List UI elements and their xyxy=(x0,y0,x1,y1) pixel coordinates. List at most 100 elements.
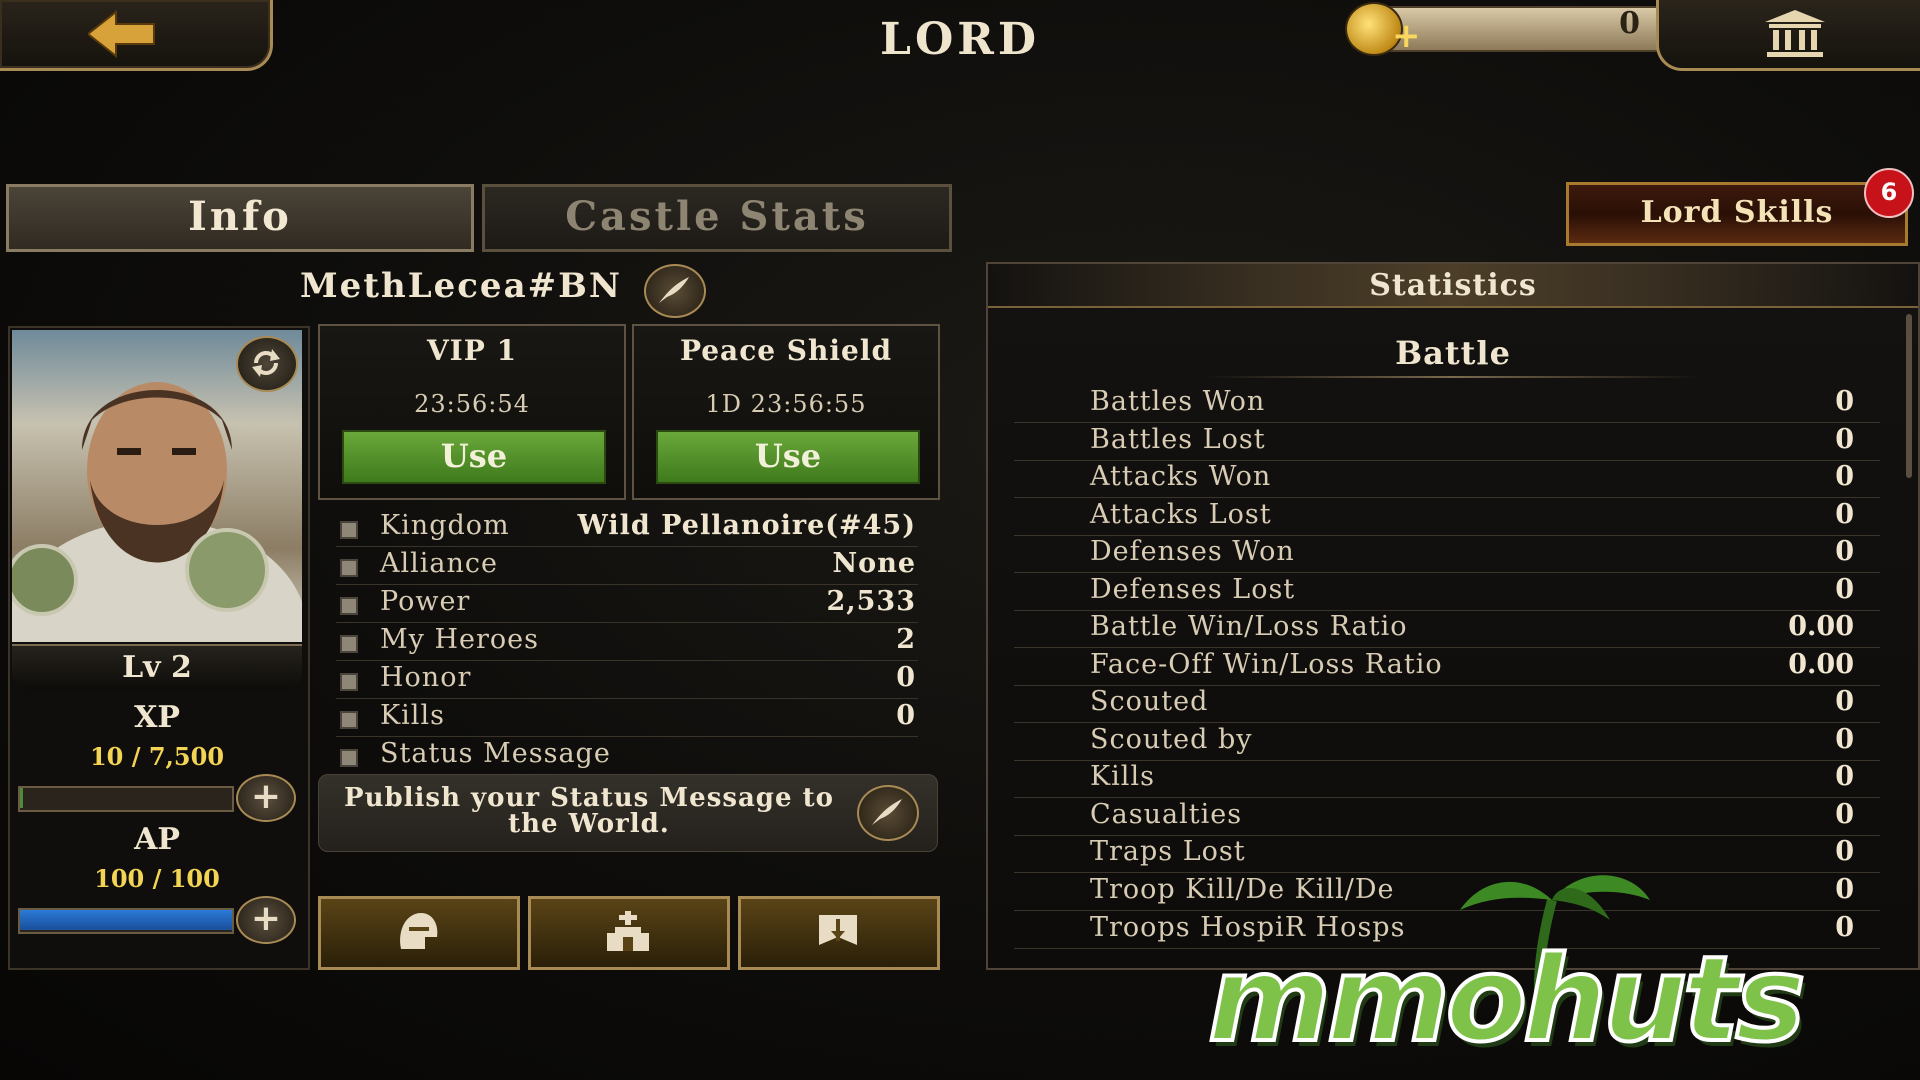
stat-value: 0 xyxy=(1835,536,1854,567)
stat-row: Battles Lost 0 xyxy=(1014,424,1880,461)
edit-status-button[interactable] xyxy=(857,785,919,841)
stat-value: 0 xyxy=(1835,461,1854,492)
stat-row: Attacks Lost 0 xyxy=(1014,499,1880,536)
banner-icon xyxy=(819,915,857,945)
info-row-honor: Honor 0 xyxy=(336,662,918,699)
info-value: 2,533 xyxy=(826,586,916,617)
level-label: Lv 2 xyxy=(12,644,302,690)
info-row-status: Status Message xyxy=(336,738,918,774)
castle-icon xyxy=(607,911,649,951)
vip-card: VIP 1 23:56:54 Use xyxy=(318,324,626,500)
info-row-kills: Kills 0 xyxy=(336,700,918,737)
gold-amount: 0 xyxy=(1619,6,1640,41)
helmet-icon xyxy=(400,913,438,949)
add-ap-button[interactable]: + xyxy=(236,896,296,944)
vip-use-button[interactable]: Use xyxy=(342,430,606,484)
stat-name: Kills xyxy=(1090,761,1155,792)
quill-icon xyxy=(659,277,689,303)
status-message-placeholder: Publish your Status Message to the World… xyxy=(344,783,834,839)
rename-button[interactable] xyxy=(644,264,706,318)
banner-button[interactable] xyxy=(738,896,940,970)
stat-name: Traps Lost xyxy=(1090,836,1246,867)
bullet-icon xyxy=(340,711,358,729)
section-divider xyxy=(1208,376,1698,378)
stat-name: Attacks Won xyxy=(1090,461,1272,492)
stat-row: Scouted by 0 xyxy=(1014,724,1880,761)
change-portrait-button[interactable] xyxy=(236,336,298,392)
quill-icon xyxy=(872,799,902,825)
scrollbar[interactable] xyxy=(1906,314,1912,478)
info-row-kingdom: Kingdom Wild Pellanoire(#45) xyxy=(336,510,918,547)
stat-name: Battle Win/Loss Ratio xyxy=(1090,611,1408,642)
xp-value: 10 / 7,500 xyxy=(89,742,225,771)
stat-value: 0 xyxy=(1835,574,1854,605)
stat-value: 0 xyxy=(1835,499,1854,530)
stat-value: 0 xyxy=(1835,424,1854,455)
info-label: Kills xyxy=(380,700,445,731)
bullet-icon xyxy=(340,521,358,539)
info-value: 0 xyxy=(896,662,916,693)
shield-timer: 1D 23:56:55 xyxy=(705,390,867,418)
bullet-icon xyxy=(340,635,358,653)
stat-name: Attacks Lost xyxy=(1090,499,1272,530)
stat-row: Face-Off Win/Loss Ratio 0.00 xyxy=(1014,649,1880,686)
ap-bar-fill xyxy=(20,910,232,930)
stat-name: Scouted by xyxy=(1090,724,1253,755)
peace-shield-card: Peace Shield 1D 23:56:55 Use xyxy=(632,324,940,500)
stat-value: 0 xyxy=(1835,912,1854,943)
stat-name: Scouted xyxy=(1090,686,1209,717)
stat-row: Casualties 0 xyxy=(1014,799,1880,836)
castle-button[interactable] xyxy=(528,896,730,970)
ap-label: AP xyxy=(134,822,180,857)
info-label: My Heroes xyxy=(380,624,540,655)
stat-name: Battles Won xyxy=(1090,386,1266,417)
add-gold-icon[interactable]: + xyxy=(1392,16,1421,56)
back-arrow-icon xyxy=(88,10,155,58)
stat-name: Troop Kill/De Kill/De xyxy=(1090,874,1395,905)
vip-title: VIP 1 xyxy=(426,334,518,367)
player-name: MethLecea#BN xyxy=(300,266,622,306)
statistics-title: Statistics xyxy=(988,264,1918,308)
stat-name: Defenses Lost xyxy=(1090,574,1296,605)
battle-section-title: Battle xyxy=(1395,334,1511,372)
info-label: Kingdom xyxy=(380,510,510,541)
stat-value: 0 xyxy=(1835,686,1854,717)
equipment-button[interactable] xyxy=(318,896,520,970)
info-value: 2 xyxy=(896,624,916,655)
info-value: 0 xyxy=(896,700,916,731)
xp-label: XP xyxy=(134,700,180,735)
stat-row: Defenses Lost 0 xyxy=(1014,574,1880,611)
stat-name: Defenses Won xyxy=(1090,536,1295,567)
tab-castle-stats[interactable]: Castle Stats xyxy=(482,184,952,252)
info-label: Status Message xyxy=(380,738,611,769)
info-row-power: Power 2,533 xyxy=(336,586,918,623)
stat-value: 0 xyxy=(1835,799,1854,830)
stat-name: Casualties xyxy=(1090,799,1243,830)
stat-value: 0 xyxy=(1835,836,1854,867)
xp-bar xyxy=(18,786,234,812)
bank-icon xyxy=(1765,10,1825,57)
bullet-icon xyxy=(340,749,358,767)
xp-bar-fill xyxy=(20,788,23,808)
back-button[interactable] xyxy=(0,0,273,71)
info-row-alliance: Alliance None xyxy=(336,548,918,585)
info-row-heroes[interactable]: My Heroes 2 xyxy=(336,624,918,661)
add-xp-button[interactable]: + xyxy=(236,774,296,822)
bullet-icon xyxy=(340,673,358,691)
info-value: None xyxy=(832,548,916,579)
stat-name: Face-Off Win/Loss Ratio xyxy=(1090,649,1443,680)
stat-row: Defenses Won 0 xyxy=(1014,536,1880,573)
vip-timer: 23:56:54 xyxy=(414,390,530,418)
shield-use-button[interactable]: Use xyxy=(656,430,920,484)
lord-skills-button[interactable]: Lord Skills xyxy=(1566,182,1908,246)
tab-info[interactable]: Info xyxy=(6,184,474,252)
stat-row: Attacks Won 0 xyxy=(1014,461,1880,498)
info-label: Honor xyxy=(380,662,472,693)
stat-value: 0.00 xyxy=(1788,649,1854,680)
stat-value: 0 xyxy=(1835,724,1854,755)
refresh-icon xyxy=(252,349,280,377)
status-message-box[interactable]: Publish your Status Message to the World… xyxy=(318,774,938,852)
bullet-icon xyxy=(340,597,358,615)
bullet-icon xyxy=(340,559,358,577)
bank-button[interactable] xyxy=(1656,0,1920,71)
